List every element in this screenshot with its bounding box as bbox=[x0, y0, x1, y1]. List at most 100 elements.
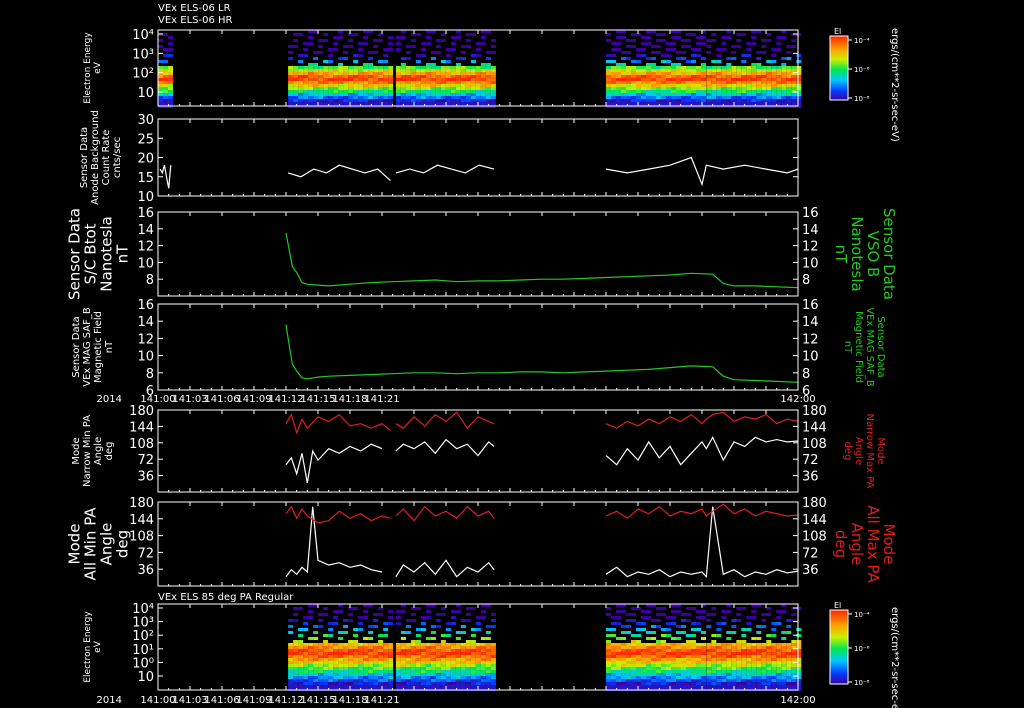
spectrogram-cell bbox=[318, 39, 324, 42]
spectrogram-cell bbox=[303, 649, 309, 652]
spectrogram-cell bbox=[363, 658, 369, 661]
spectrogram-cell bbox=[323, 81, 329, 84]
spectrogram-cell bbox=[480, 682, 486, 685]
spectrogram-cell bbox=[430, 682, 436, 685]
spectrogram-cell bbox=[363, 643, 369, 646]
spectrogram-cell bbox=[606, 69, 611, 72]
spectrogram-cell bbox=[430, 643, 436, 646]
spectrogram-cell bbox=[761, 72, 767, 75]
spectrogram-cell bbox=[621, 102, 626, 105]
spectrogram-cell bbox=[766, 649, 772, 652]
spectrogram-cell bbox=[781, 667, 787, 670]
spectrogram-cell bbox=[288, 102, 294, 105]
spectrogram-cell bbox=[450, 622, 456, 625]
spectrogram-cell bbox=[711, 658, 717, 661]
spectrogram-cell bbox=[378, 75, 384, 78]
spectrogram-cell bbox=[395, 658, 401, 661]
spectrogram-cell bbox=[776, 664, 782, 667]
spectrogram-cell bbox=[751, 81, 757, 84]
spectrogram-cell bbox=[323, 679, 329, 682]
spectrogram-cell bbox=[696, 664, 701, 667]
narrow_pa-ytick-label-right: 144 bbox=[802, 420, 827, 435]
spectrogram-cell bbox=[308, 84, 314, 87]
spectrogram-cell bbox=[415, 69, 421, 72]
spectrogram-cell bbox=[776, 658, 782, 661]
spectrogram-cell bbox=[796, 664, 802, 667]
spectrogram-cell bbox=[686, 646, 691, 649]
spectrogram-cell bbox=[348, 676, 354, 679]
spectrogram-cell bbox=[475, 90, 481, 93]
spectrogram-cell bbox=[480, 42, 486, 45]
spectrogram-cell bbox=[308, 652, 314, 655]
spectrogram-cell bbox=[786, 652, 792, 655]
spectrogram-cell bbox=[328, 652, 334, 655]
spectrogram-cell bbox=[636, 682, 641, 685]
spectrogram-cell bbox=[746, 655, 752, 658]
spectrogram-cell bbox=[338, 685, 344, 688]
spectrogram-cell bbox=[711, 60, 717, 63]
spectrogram-cell bbox=[358, 622, 364, 625]
spectrogram-cell bbox=[766, 96, 772, 99]
spectrogram-cell bbox=[636, 640, 641, 643]
spectrogram-cell bbox=[691, 658, 696, 661]
spectrogram-cell bbox=[400, 631, 406, 634]
spectrogram-cell bbox=[470, 670, 476, 673]
spectrogram-cell bbox=[440, 102, 446, 105]
spectrogram-cell bbox=[353, 643, 359, 646]
spectrogram-cell bbox=[303, 42, 309, 45]
spectrogram-cell bbox=[621, 676, 626, 679]
spectrogram-cell bbox=[440, 640, 446, 643]
spectrogram-cell bbox=[490, 78, 496, 81]
spectrogram-cell bbox=[465, 78, 471, 81]
spectrogram-cell bbox=[716, 679, 722, 682]
spectrogram-cell bbox=[388, 676, 394, 679]
spectrogram-cell bbox=[661, 643, 666, 646]
spectrogram-cell bbox=[706, 664, 712, 667]
spectrogram-cell bbox=[636, 99, 641, 102]
spectrogram-cell bbox=[358, 649, 364, 652]
spectrogram-cell bbox=[318, 69, 324, 72]
spectrogram-cell bbox=[676, 661, 681, 664]
spectrogram-cell bbox=[485, 664, 491, 667]
spectrogram-cell bbox=[706, 90, 712, 93]
spectrogram-cell bbox=[726, 664, 732, 667]
spectrogram-cell bbox=[766, 634, 772, 637]
spectrogram-cell bbox=[343, 673, 349, 676]
spectrogram-cell bbox=[333, 78, 339, 81]
spectrogram-cell bbox=[405, 102, 411, 105]
spectrogram-cell bbox=[756, 631, 762, 634]
spectrogram-cell bbox=[666, 87, 671, 90]
spectrogram-cell bbox=[353, 628, 359, 631]
spectrogram-cell bbox=[490, 87, 496, 90]
spectrogram-cell bbox=[701, 81, 706, 84]
spectrogram-cell bbox=[606, 664, 611, 667]
spectrogram-cell bbox=[726, 679, 732, 682]
spectrogram-cell bbox=[656, 661, 661, 664]
spectrogram-cell bbox=[641, 652, 646, 655]
spectrogram-cell bbox=[651, 625, 656, 628]
spectrogram-cell bbox=[661, 658, 666, 661]
spectrogram-cell bbox=[430, 51, 436, 54]
mag_saf-ylabel-right-line: nT bbox=[842, 341, 853, 354]
colorbar-tick-label: 10⁻⁸ bbox=[854, 679, 870, 687]
spectrogram-cell bbox=[741, 667, 747, 670]
spectrogram-cell bbox=[696, 75, 701, 78]
spectrogram-cell bbox=[303, 78, 309, 81]
spectrogram-cell bbox=[328, 66, 334, 69]
spectrogram-cell bbox=[631, 613, 636, 616]
spectrogram-cell bbox=[293, 682, 299, 685]
spectrogram-cell bbox=[328, 84, 334, 87]
spectrogram-cell bbox=[328, 658, 334, 661]
spectrogram-cell bbox=[641, 75, 646, 78]
spectrogram-cell bbox=[711, 87, 717, 90]
spectrogram-cell bbox=[636, 81, 641, 84]
spectrogram-cell bbox=[776, 90, 782, 93]
spectrogram-cell bbox=[711, 84, 717, 87]
spectrogram-cell bbox=[676, 63, 681, 66]
spectrogram-cell bbox=[656, 649, 661, 652]
spectrogram-cell bbox=[460, 75, 466, 78]
spectrogram-cell bbox=[348, 66, 354, 69]
spectrogram-cell bbox=[490, 93, 496, 96]
spectrogram-cell bbox=[751, 99, 757, 102]
spectrogram-cell bbox=[470, 93, 476, 96]
